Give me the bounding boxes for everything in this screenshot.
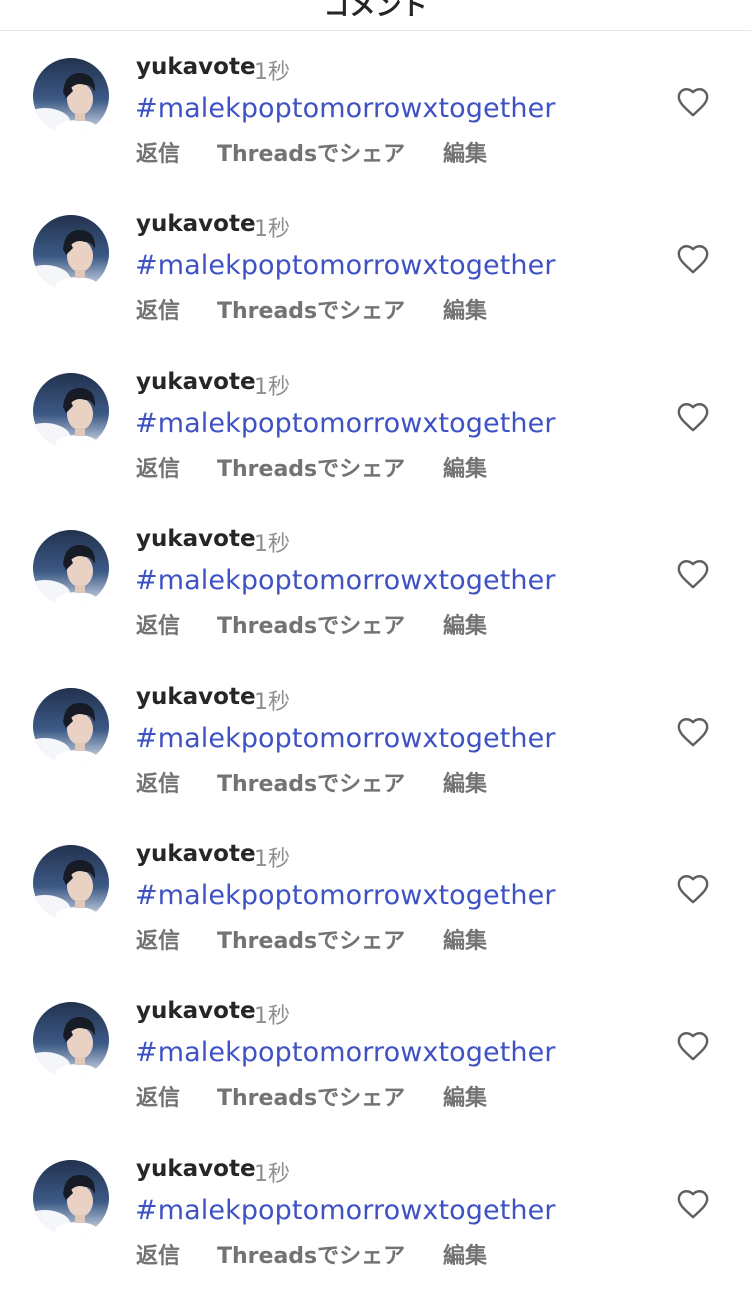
edit-button[interactable]: 編集 — [443, 451, 487, 483]
avatar[interactable] — [33, 1002, 109, 1079]
heart-outline-icon[interactable] — [676, 558, 710, 590]
hashtag-link[interactable]: #malekpoptomorrowxtogether — [135, 723, 556, 754]
heart-outline-icon[interactable] — [676, 1030, 710, 1062]
timestamp: 1秒 — [254, 1161, 290, 1187]
username[interactable]: yukavote — [136, 526, 256, 552]
edit-button[interactable]: 編集 — [443, 923, 487, 955]
timestamp: 1秒 — [254, 217, 290, 243]
hashtag-link[interactable]: #malekpoptomorrowxtogether — [135, 1195, 556, 1226]
share-to-threads-button[interactable]: Threadsでシェア — [217, 608, 405, 640]
reply-button[interactable]: 返信 — [136, 766, 180, 798]
avatar[interactable] — [33, 845, 109, 921]
username[interactable]: yukavote — [136, 1156, 256, 1182]
edit-button[interactable]: 編集 — [443, 608, 487, 640]
reply-button[interactable]: 返信 — [136, 136, 180, 168]
heart-outline-icon[interactable] — [676, 243, 710, 275]
reply-button[interactable]: 返信 — [136, 923, 180, 955]
share-to-threads-button[interactable]: Threadsでシェア — [217, 923, 405, 955]
hashtag-link[interactable]: #malekpoptomorrowxtogether — [135, 250, 556, 281]
timestamp: 1秒 — [254, 689, 290, 715]
avatar[interactable] — [33, 1159, 109, 1236]
avatar[interactable] — [33, 687, 109, 764]
username[interactable]: yukavote — [136, 54, 256, 80]
share-to-threads-button[interactable]: Threadsでシェア — [217, 1080, 405, 1112]
share-to-threads-button[interactable]: Threadsでシェア — [217, 451, 405, 483]
avatar[interactable] — [33, 58, 109, 134]
avatar[interactable] — [33, 215, 109, 292]
header-title: コメント — [323, 0, 428, 22]
heart-outline-icon[interactable] — [676, 1188, 710, 1220]
edit-button[interactable]: 編集 — [443, 1080, 487, 1112]
comment-item: yukavote 1秒 #malekpoptomorrowxtogether 返… — [0, 504, 751, 661]
edit-button[interactable]: 編集 — [443, 293, 487, 325]
hashtag-link[interactable]: #malekpoptomorrowxtogether — [135, 880, 556, 911]
hashtag-link[interactable]: #malekpoptomorrowxtogether — [135, 408, 556, 439]
timestamp: 1秒 — [254, 1004, 290, 1030]
username[interactable]: yukavote — [136, 684, 256, 710]
reply-button[interactable]: 返信 — [136, 608, 180, 640]
comment-item: yukavote 1秒 #malekpoptomorrowxtogether 返… — [0, 189, 751, 346]
share-to-threads-button[interactable]: Threadsでシェア — [217, 136, 405, 168]
edit-button[interactable]: 編集 — [443, 766, 487, 798]
hashtag-link[interactable]: #malekpoptomorrowxtogether — [135, 1037, 556, 1068]
comments-header: コメント — [0, 0, 751, 31]
edit-button[interactable]: 編集 — [443, 1238, 487, 1270]
edit-button[interactable]: 編集 — [443, 136, 487, 168]
timestamp: 1秒 — [254, 532, 290, 558]
comment-item: yukavote 1秒 #malekpoptomorrowxtogether 返… — [0, 819, 751, 976]
comment-item: yukavote 1秒 #malekpoptomorrowxtogether 返… — [0, 662, 751, 819]
comment-item: yukavote 1秒 #malekpoptomorrowxtogether 返… — [0, 347, 751, 504]
username[interactable]: yukavote — [136, 211, 256, 237]
timestamp: 1秒 — [254, 374, 290, 400]
heart-outline-icon[interactable] — [676, 401, 710, 433]
timestamp: 1秒 — [254, 60, 290, 85]
avatar[interactable] — [33, 530, 109, 607]
reply-button[interactable]: 返信 — [136, 451, 180, 483]
timestamp: 1秒 — [254, 847, 290, 872]
share-to-threads-button[interactable]: Threadsでシェア — [217, 293, 405, 325]
reply-button[interactable]: 返信 — [136, 1238, 180, 1270]
username[interactable]: yukavote — [136, 998, 256, 1024]
comment-item: yukavote 1秒 #malekpoptomorrowxtogether 返… — [0, 1134, 751, 1291]
heart-outline-icon[interactable] — [676, 716, 710, 748]
comment-item: yukavote 1秒 #malekpoptomorrowxtogether 返… — [0, 32, 751, 189]
avatar[interactable] — [33, 372, 109, 449]
username[interactable]: yukavote — [136, 841, 256, 867]
reply-button[interactable]: 返信 — [136, 1080, 180, 1112]
heart-outline-icon[interactable] — [676, 86, 710, 118]
hashtag-link[interactable]: #malekpoptomorrowxtogether — [135, 93, 556, 124]
comment-item: yukavote 1秒 #malekpoptomorrowxtogether 返… — [0, 976, 751, 1133]
reply-button[interactable]: 返信 — [136, 293, 180, 325]
hashtag-link[interactable]: #malekpoptomorrowxtogether — [135, 565, 556, 596]
heart-outline-icon[interactable] — [676, 873, 710, 905]
username[interactable]: yukavote — [136, 369, 256, 395]
share-to-threads-button[interactable]: Threadsでシェア — [217, 1238, 405, 1270]
share-to-threads-button[interactable]: Threadsでシェア — [217, 766, 405, 798]
